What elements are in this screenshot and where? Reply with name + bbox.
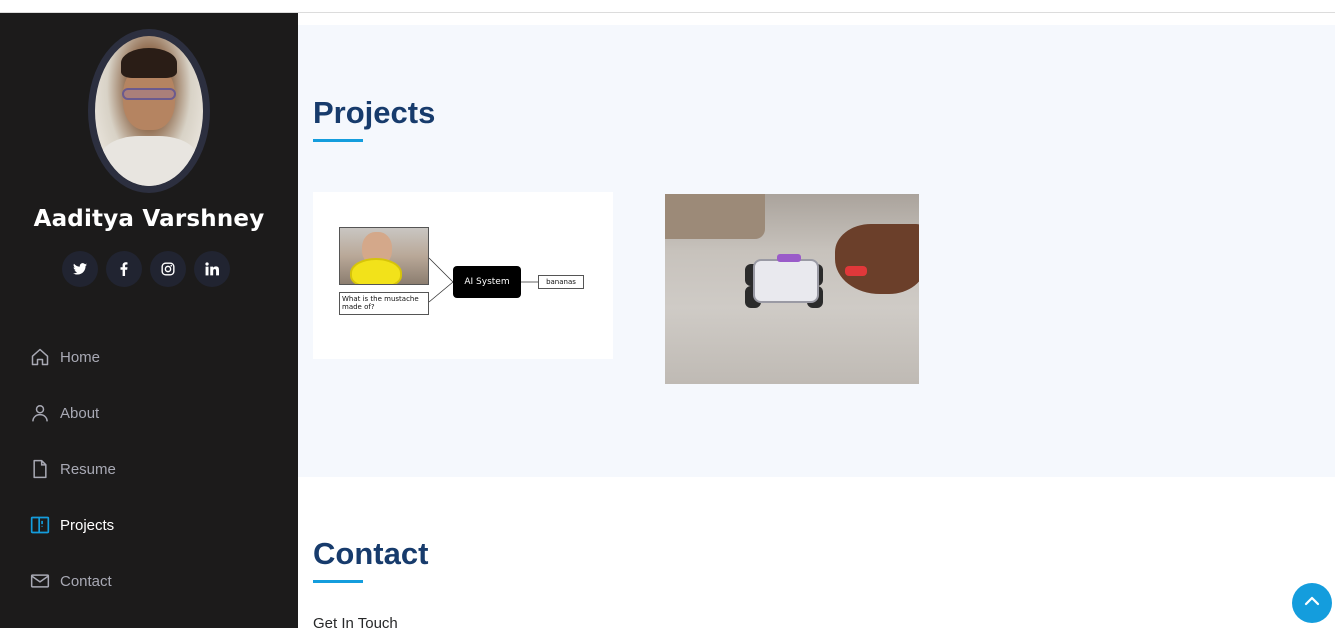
back-to-top-button[interactable] [1292,583,1332,623]
nav-item-resume[interactable]: Resume [30,441,270,497]
file-icon [30,458,50,480]
title-underline-contact [313,580,363,583]
nav-label-resume: Resume [60,460,116,478]
browser-top-strip [0,0,1335,13]
projects-section: Projects What is the mustache made of? A… [298,25,1335,477]
title-underline [313,139,363,142]
mustache-photo [339,227,429,285]
twitter-icon[interactable] [62,251,98,287]
main-content: Projects What is the mustache made of? A… [298,13,1335,632]
sidebar: Aaditya Varshney Home About Resume Proje… [0,13,298,628]
nav-item-about[interactable]: About [30,385,270,441]
instagram-icon[interactable] [150,251,186,287]
nav-item-projects[interactable]: Projects [30,497,270,553]
side-nav: Home About Resume Projects Contact [30,329,270,609]
chevron-up-icon [1303,592,1321,614]
avatar [88,29,210,193]
nav-item-contact[interactable]: Contact [30,553,270,609]
nav-label-home: Home [60,348,101,366]
layout-icon [30,514,50,536]
person-icon [30,402,50,424]
project-card-robot[interactable] [665,194,919,384]
facebook-icon[interactable] [106,251,142,287]
question-box: What is the mustache made of? [339,292,429,315]
social-links [62,251,230,287]
hand-image [835,224,919,294]
project-card-vqa[interactable]: What is the mustache made of? AI System … [313,192,613,359]
nav-item-home[interactable]: Home [30,329,270,385]
home-icon [30,346,50,368]
ai-system-box: AI System [453,266,521,298]
contact-subtitle: Get In Touch [313,615,398,632]
answer-box: bananas [538,275,584,289]
section-title-projects: Projects [313,95,436,130]
profile-name: Aaditya Varshney [33,206,265,232]
nav-label-contact: Contact [60,572,112,590]
envelope-icon [30,570,50,592]
section-title-contact: Contact [313,536,429,571]
nav-label-projects: Projects [60,516,115,534]
nav-label-about: About [60,404,100,422]
robot-car-image [753,259,819,303]
linkedin-icon[interactable] [194,251,230,287]
